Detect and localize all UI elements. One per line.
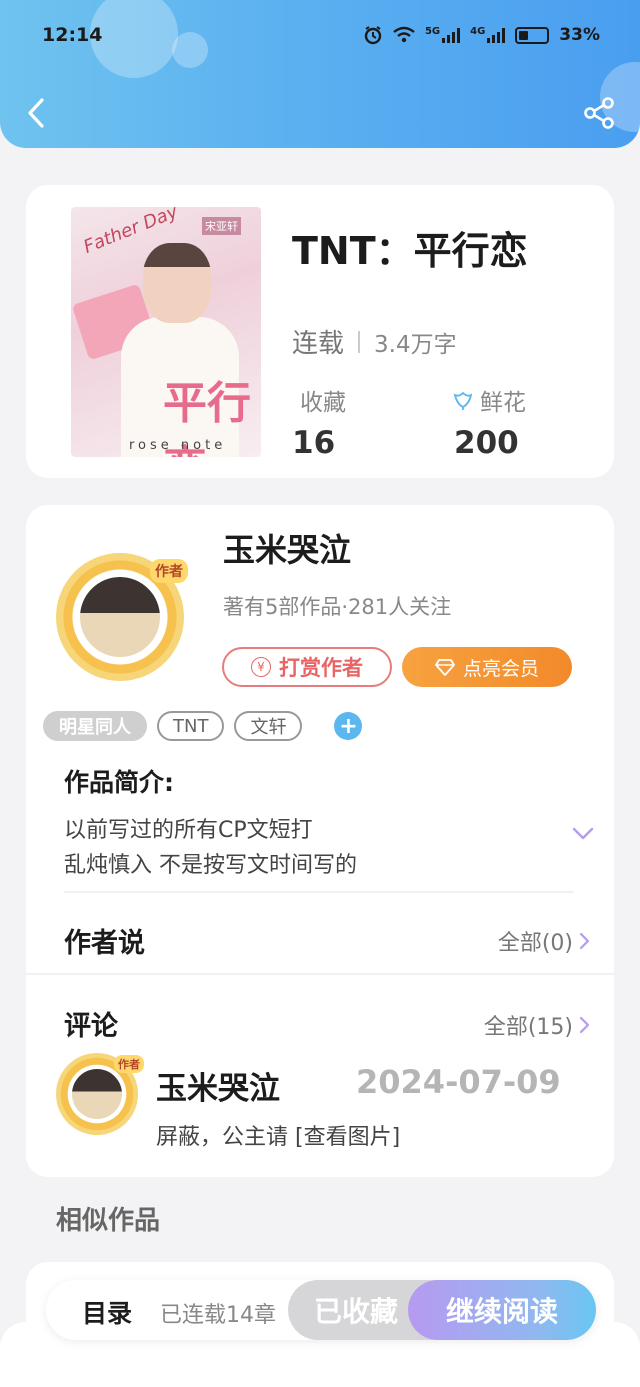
section-divider [64, 891, 574, 893]
comments-count: 全部(15) [483, 1015, 573, 1040]
comment-user[interactable]: 玉米哭泣 [156, 1063, 280, 1108]
cover-tag: 宋亚轩 [202, 217, 241, 235]
chevron-right-icon [579, 932, 590, 950]
signal-4g: 4G [470, 26, 506, 43]
diamond-icon [435, 659, 455, 676]
book-info-card: Father Day 宋亚轩 平行恋 rose note TNT：平行恋 连载 … [26, 185, 614, 478]
status-time: 12:14 [42, 24, 103, 46]
flowers-label: 鲜花 [480, 390, 526, 416]
battery-icon [515, 26, 550, 44]
book-cover[interactable]: Father Day 宋亚轩 平行恋 rose note [71, 207, 261, 457]
tag-item[interactable]: 明星同人 [43, 711, 147, 741]
author-avatar-image [80, 577, 160, 657]
bottom-action-bar: 目录 已连载14章 已收藏 继续阅读 [46, 1280, 596, 1340]
tip-author-button[interactable]: ¥ 打赏作者 [222, 647, 392, 687]
continue-reading-button[interactable]: 继续阅读 [408, 1280, 596, 1340]
intro-line: 以前写过的所有CP文短打 [64, 818, 313, 843]
flowers-label-row[interactable]: 鲜花 [452, 383, 526, 417]
status-bar: 12:14 5G 4G 33% [0, 0, 640, 70]
intro-title: 作品简介: [64, 768, 174, 797]
signal-bars-icon [487, 27, 506, 43]
cover-footer: rose note [129, 438, 227, 453]
comment-text[interactable]: 屏蔽，公主请 [查看图片] [156, 1119, 400, 1151]
network-4g-label: 4G [470, 26, 486, 37]
signal-5g: 5G [424, 26, 461, 43]
comment-avatar-image [72, 1069, 122, 1119]
meta-divider [358, 330, 361, 353]
author-says-all-link[interactable]: 全部(0) [498, 925, 590, 957]
favorites-label: 收藏 [300, 390, 346, 416]
intro-line: 乱炖慎入 不是按写文时间写的 [64, 853, 357, 878]
top-header: 12:14 5G 4G 33% [0, 0, 640, 148]
flowers-count: 200 [454, 425, 519, 461]
tag-item[interactable]: TNT [157, 711, 225, 741]
network-5g-label: 5G [424, 26, 441, 37]
author-says-title: 作者说 [64, 928, 145, 959]
author-says-count: 全部(0) [497, 931, 573, 956]
wifi-icon [393, 26, 415, 43]
alarm-icon [364, 26, 382, 45]
tag-item[interactable]: 文轩 [234, 711, 303, 741]
cover-art-face [143, 243, 211, 323]
author-name[interactable]: 玉米哭泣 [223, 525, 351, 571]
word-count: 3.4万字 [374, 331, 457, 358]
vip-label: 点亮会员 [462, 657, 539, 680]
chevron-right-icon [579, 1016, 590, 1034]
toc-button[interactable]: 目录 [82, 1294, 132, 1330]
author-badge: 作者 [150, 559, 188, 583]
share-icon[interactable] [582, 96, 616, 130]
intro-text[interactable]: 以前写过的所有CP文短打 乱炖慎入 不是按写文时间写的 [64, 813, 357, 883]
favorites-count: 16 [292, 425, 336, 461]
chevron-down-icon[interactable] [572, 827, 594, 841]
tag-list: 明星同人 TNT 文轩 + [43, 711, 363, 741]
comment-author-badge: 作者 [114, 1055, 144, 1073]
similar-works-title: 相似作品 [56, 1206, 161, 1236]
comments-all-link[interactable]: 全部(15) [484, 1009, 590, 1041]
status-icons: 5G 4G 33% [363, 25, 600, 45]
vip-button[interactable]: 点亮会员 [402, 647, 572, 687]
serial-status: 连载 [292, 329, 345, 359]
tip-author-label: 打赏作者 [279, 656, 363, 680]
book-title: TNT：平行恋 [292, 229, 528, 273]
book-detail-card: 作者 玉米哭泣 著有5部作品·281人关注 ¥ 打赏作者 点亮会员 明星同人 T… [26, 505, 614, 1177]
add-tag-button[interactable]: + [334, 712, 363, 740]
author-avatar[interactable]: 作者 [56, 553, 188, 681]
comments-title: 评论 [64, 1011, 118, 1042]
comment-date: 2024-07-09 [356, 1063, 561, 1101]
battery-percent: 33% [559, 25, 600, 45]
signal-bars-icon [442, 27, 461, 43]
comment-avatar[interactable]: 作者 [56, 1053, 144, 1135]
section-divider [26, 973, 614, 975]
back-arrow-icon[interactable] [22, 96, 52, 130]
yen-icon: ¥ [251, 657, 271, 677]
flower-icon [453, 391, 473, 410]
author-summary: 著有5部作品·281人关注 [223, 595, 452, 619]
chapter-count[interactable]: 已连载14章 [160, 1297, 290, 1329]
book-meta: 连载 3.4万字 [292, 323, 457, 360]
